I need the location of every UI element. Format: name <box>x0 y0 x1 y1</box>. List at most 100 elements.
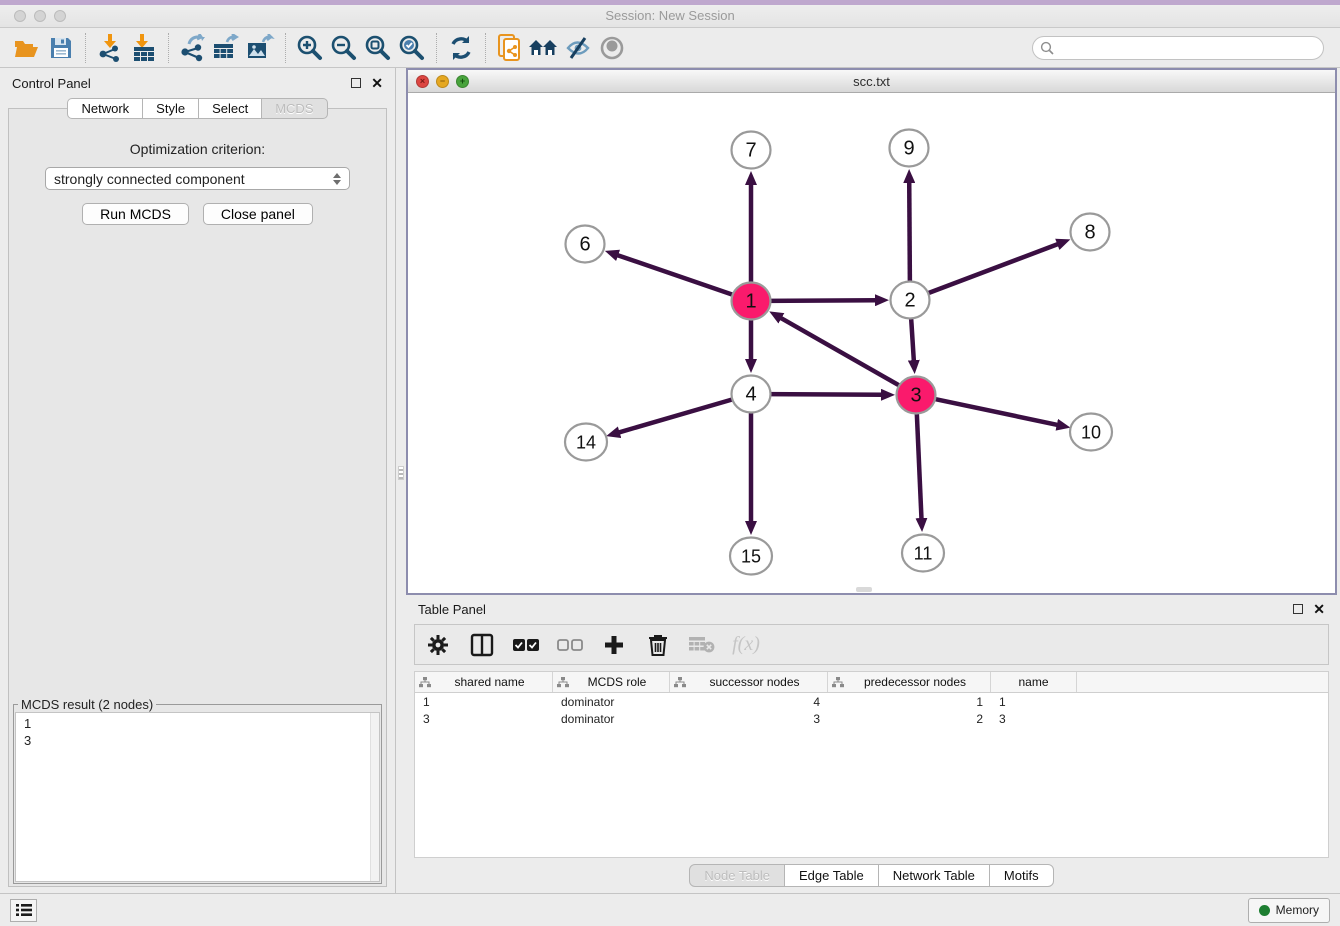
tab-motifs[interactable]: Motifs <box>989 864 1054 887</box>
graph-edge-1-2[interactable] <box>768 300 877 301</box>
svg-text:11: 11 <box>914 544 933 564</box>
graph-edge-3-10[interactable] <box>933 399 1059 426</box>
tab-mcds[interactable]: MCDS <box>261 98 327 119</box>
close-panel-button[interactable]: Close panel <box>203 203 313 225</box>
first-neighbors-icon[interactable] <box>527 32 561 64</box>
import-table-icon[interactable] <box>127 32 161 64</box>
import-network-icon[interactable] <box>93 32 127 64</box>
fx-label: f(x) <box>732 633 760 656</box>
toolbar-separator <box>485 33 486 63</box>
cell-shared-name[interactable]: 3 <box>415 710 553 727</box>
zoom-fit-icon[interactable] <box>361 32 395 64</box>
graph-edge-3-11[interactable] <box>917 412 922 520</box>
search-input[interactable] <box>1032 36 1324 60</box>
splitter-grip-icon[interactable] <box>398 466 404 480</box>
add-column-icon[interactable] <box>597 628 631 662</box>
graph-edge-2-9[interactable] <box>909 181 910 283</box>
cell-predecessor-nodes[interactable]: 1 <box>828 693 991 710</box>
graph-node-10[interactable]: 10 <box>1070 414 1112 451</box>
tab-network-table[interactable]: Network Table <box>878 864 990 887</box>
graph-edge-4-14[interactable] <box>618 399 735 433</box>
open-session-icon[interactable] <box>10 32 44 64</box>
export-table-icon[interactable] <box>210 32 244 64</box>
tab-network[interactable]: Network <box>67 98 143 119</box>
memory-button[interactable]: Memory <box>1248 898 1330 923</box>
save-session-icon[interactable] <box>44 32 78 64</box>
tab-select[interactable]: Select <box>198 98 262 119</box>
unselect-all-columns-icon[interactable] <box>553 628 587 662</box>
column-header-name[interactable]: name <box>991 672 1077 692</box>
network-window-title: scc.txt <box>408 74 1335 89</box>
export-network-icon[interactable] <box>176 32 210 64</box>
select-all-columns-icon[interactable] <box>509 628 543 662</box>
panel-splitter[interactable] <box>396 68 406 893</box>
close-table-panel-icon[interactable]: ✕ <box>1313 604 1325 614</box>
tab-style[interactable]: Style <box>142 98 199 119</box>
window-titlebar: Session: New Session <box>0 0 1340 28</box>
column-header-predecessor-nodes[interactable]: predecessor nodes <box>828 672 991 692</box>
svg-text:8: 8 <box>1084 222 1095 244</box>
delete-column-trash-icon[interactable] <box>641 628 675 662</box>
graph-node-7[interactable]: 7 <box>732 132 771 169</box>
tab-edge-table[interactable]: Edge Table <box>784 864 879 887</box>
graph-node-1[interactable]: 1 <box>732 283 771 320</box>
svg-text:7: 7 <box>745 140 756 162</box>
graph-node-15[interactable]: 15 <box>730 538 772 575</box>
cell-predecessor-nodes[interactable]: 2 <box>828 710 991 727</box>
mcds-result-text[interactable]: 1 3 <box>15 712 380 883</box>
toolbar-separator <box>436 33 437 63</box>
cell-successor-nodes[interactable]: 3 <box>670 710 828 727</box>
criterion-dropdown[interactable]: strongly connected component <box>45 167 350 190</box>
graph-node-9[interactable]: 9 <box>890 130 929 167</box>
dropdown-stepper-icon <box>333 173 341 185</box>
graph-edge-2-3[interactable] <box>911 317 914 362</box>
graph-node-14[interactable]: 14 <box>565 424 607 461</box>
tab-node-table[interactable]: Node Table <box>689 864 785 887</box>
result-scrollbar[interactable] <box>370 713 379 882</box>
graph-node-8[interactable]: 8 <box>1071 214 1110 251</box>
toolbar-separator <box>85 33 86 63</box>
graph-edge-3-1[interactable] <box>780 317 902 386</box>
column-header-shared-name[interactable]: shared name <box>415 672 553 692</box>
clone-network-icon[interactable] <box>493 32 527 64</box>
network-canvas[interactable]: 7 9 6 8 1 2 4 3 14 10 15 11 <box>408 93 1335 593</box>
hide-panels-icon[interactable] <box>561 32 595 64</box>
table-row[interactable]: 3 dominator 3 2 3 <box>415 710 1328 727</box>
cell-mcds-role[interactable]: dominator <box>553 693 670 710</box>
graph-edge-1-6[interactable] <box>616 255 735 296</box>
float-table-panel-icon[interactable] <box>1293 604 1303 614</box>
table-row[interactable]: 1 dominator 4 1 1 <box>415 693 1328 710</box>
graph-node-6[interactable]: 6 <box>566 226 605 263</box>
cell-shared-name[interactable]: 1 <box>415 693 553 710</box>
column-header-successor-nodes[interactable]: successor nodes <box>670 672 828 692</box>
canvas-hscroll-thumb[interactable] <box>856 587 872 592</box>
graph-edge-4-3[interactable] <box>768 394 883 395</box>
cell-successor-nodes[interactable]: 4 <box>670 693 828 710</box>
svg-text:9: 9 <box>903 138 914 160</box>
network-view-window: × − + scc.txt 7 9 6 8 1 2 4 3 14 10 15 11 <box>406 68 1337 595</box>
cell-mcds-role[interactable]: dominator <box>553 710 670 727</box>
column-header-mcds-role[interactable]: MCDS role <box>553 672 670 692</box>
export-image-icon[interactable] <box>244 32 278 64</box>
cell-name[interactable]: 3 <box>991 710 1077 727</box>
show-columns-icon[interactable] <box>465 628 499 662</box>
graph-node-2[interactable]: 2 <box>891 282 930 319</box>
zoom-out-icon[interactable] <box>327 32 361 64</box>
float-panel-icon[interactable] <box>351 78 361 88</box>
graph-node-3[interactable]: 3 <box>897 377 936 414</box>
toolbar-separator <box>285 33 286 63</box>
zoom-in-icon[interactable] <box>293 32 327 64</box>
show-panels-icon[interactable] <box>595 32 629 64</box>
run-mcds-button[interactable]: Run MCDS <box>82 203 189 225</box>
close-panel-icon[interactable]: ✕ <box>371 78 383 88</box>
graph-node-4[interactable]: 4 <box>732 376 771 413</box>
task-history-button[interactable] <box>10 899 37 922</box>
cell-name[interactable]: 1 <box>991 693 1077 710</box>
network-window-titlebar[interactable]: × − + scc.txt <box>408 70 1335 93</box>
graph-edge-2-8[interactable] <box>926 244 1059 294</box>
mcds-result-box: MCDS result (2 nodes) 1 3 <box>13 697 382 885</box>
table-settings-gear-icon[interactable] <box>421 628 455 662</box>
graph-node-11[interactable]: 11 <box>902 535 944 572</box>
zoom-selected-icon[interactable] <box>395 32 429 64</box>
refresh-icon[interactable] <box>444 32 478 64</box>
